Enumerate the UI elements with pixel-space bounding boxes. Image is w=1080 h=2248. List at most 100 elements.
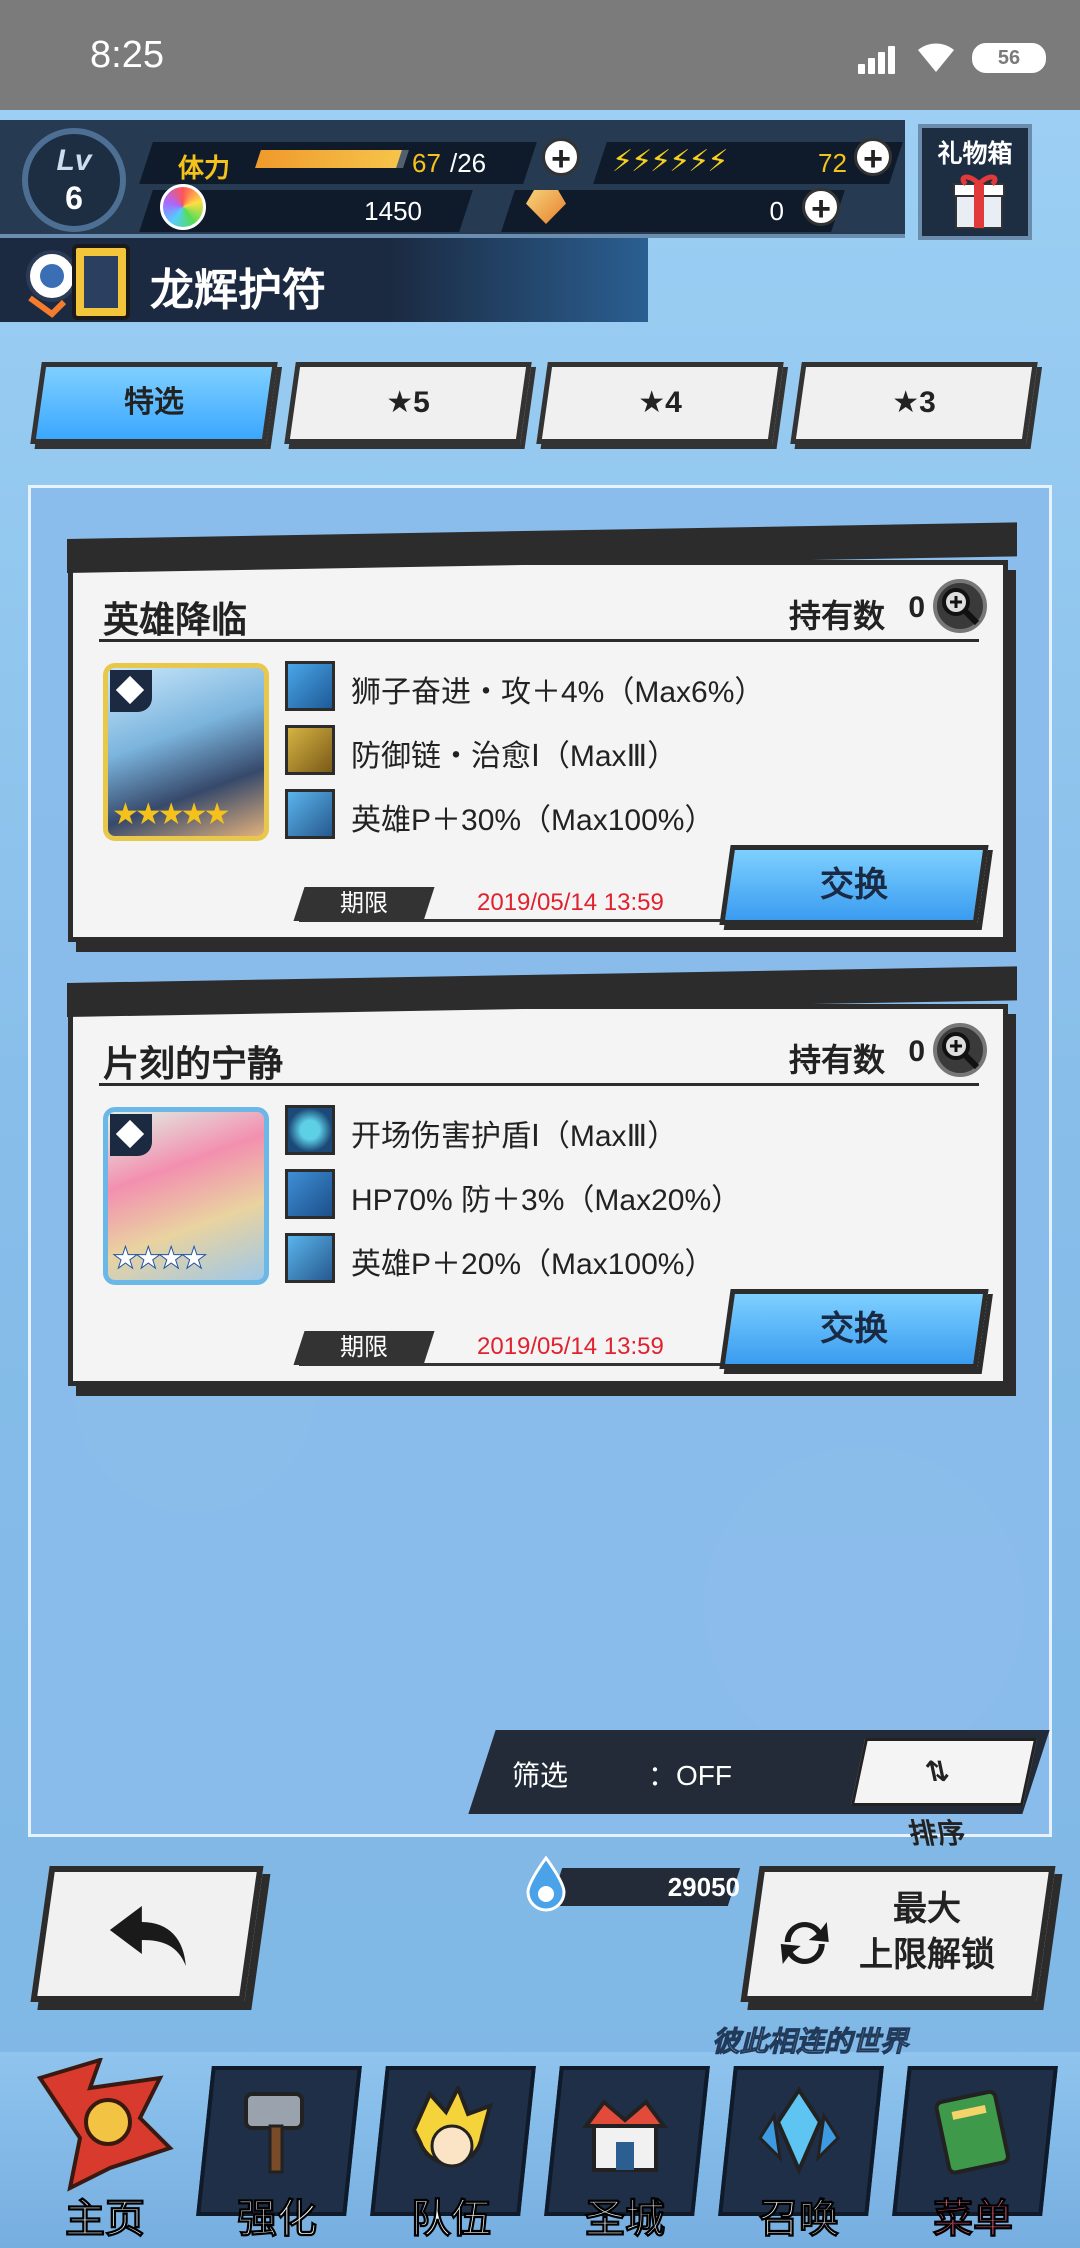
tab-5-star[interactable]: ★5 bbox=[284, 362, 532, 444]
deadline-date: 2019/05/14 13:59 bbox=[477, 889, 664, 916]
nav-summon-label: 召唤 bbox=[759, 2197, 840, 2242]
tab-3-star-label: ★3 bbox=[892, 386, 936, 419]
currency-value: 29050 bbox=[667, 1872, 740, 1902]
book-icon bbox=[934, 2089, 1010, 2175]
owned-count-label: 持有数 bbox=[788, 598, 885, 634]
unlock-line1: 最大 bbox=[893, 1890, 961, 1928]
owned-count-value: 0 bbox=[908, 1035, 925, 1068]
home-banner-icon bbox=[36, 2058, 174, 2192]
skill-text: HP70% 防＋3%（Max20%） bbox=[351, 1184, 742, 1217]
amulet-type-icon bbox=[110, 1114, 152, 1156]
nav-menu[interactable]: 菜单 bbox=[892, 2058, 1058, 2242]
wifi-icon bbox=[918, 43, 954, 72]
hero-point-icon bbox=[285, 789, 335, 839]
hero-portrait[interactable]: ★★★★ bbox=[103, 1107, 269, 1285]
stamina-label: 体力 bbox=[178, 153, 231, 183]
energy-add-button[interactable]: + bbox=[854, 138, 892, 177]
stamina-max: /26 bbox=[450, 148, 487, 178]
tab-4-star-label: ★4 bbox=[638, 386, 682, 419]
hammer-icon bbox=[244, 2092, 304, 2174]
exchange-button[interactable]: 交换 bbox=[719, 1289, 989, 1369]
tab-featured-label: 特选 bbox=[124, 386, 184, 419]
skill-text: 开场伤害护盾Ⅰ（MaxⅢ） bbox=[351, 1120, 678, 1153]
unlock-button-label: 最大 上限解锁 bbox=[842, 1886, 1012, 1978]
battery-icon: 56 bbox=[972, 43, 1046, 73]
amulet-icon bbox=[26, 244, 130, 320]
nav-enhance-label: 强化 bbox=[237, 2197, 318, 2242]
crystal-icon bbox=[758, 2086, 840, 2175]
nav-party-label: 队伍 bbox=[411, 2197, 492, 2242]
gift-icon bbox=[953, 174, 1005, 229]
castle-icon bbox=[582, 2099, 668, 2172]
party-icon bbox=[411, 2086, 493, 2168]
hero-portrait[interactable]: ★★★★★ bbox=[103, 663, 269, 841]
gems-value: 1450 bbox=[364, 196, 422, 226]
deadline-date: 2019/05/14 13:59 bbox=[477, 1333, 664, 1360]
tab-4-star[interactable]: ★4 bbox=[536, 362, 784, 444]
stamina-add-button[interactable]: + bbox=[542, 138, 580, 177]
zoom-icon[interactable] bbox=[933, 1023, 987, 1077]
skill-text: 狮子奋进・攻＋4%（Max6%） bbox=[351, 676, 765, 709]
hero-point-icon bbox=[285, 1233, 335, 1283]
stamina-value: 67 bbox=[412, 148, 441, 178]
sort-button[interactable]: ⇅ 排序 bbox=[850, 1738, 1038, 1849]
refresh-icon bbox=[780, 1922, 829, 1964]
deadline-label: 期限 bbox=[293, 1331, 435, 1365]
tab-5-star-label: ★5 bbox=[386, 386, 430, 419]
skill-text: 英雄P＋30%（Max100%） bbox=[351, 804, 715, 837]
signal-icon bbox=[858, 42, 902, 74]
skill-text: 英雄P＋20%（Max100%） bbox=[351, 1248, 715, 1281]
sort-icon: ⇅ bbox=[922, 1756, 953, 1787]
amulet-card: 英雄降临 持有数 0 ★★★★★ 狮子奋进・攻＋4%（Max6%） 防御链・治愈… bbox=[67, 522, 1017, 942]
status-time: 8:25 bbox=[90, 34, 164, 76]
filter-value: ：OFF bbox=[648, 1760, 732, 1791]
level-label: Lv bbox=[56, 144, 92, 177]
gift-box-button[interactable]: 礼物箱 bbox=[918, 124, 1032, 240]
exchange-button[interactable]: 交换 bbox=[719, 845, 989, 925]
nav-home-label: 主页 bbox=[65, 2197, 146, 2242]
amulet-type-icon bbox=[110, 670, 152, 712]
amulet-card: 片刻的宁静 持有数 0 ★★★★ 开场伤害护盾Ⅰ（MaxⅢ） HP70% 防＋3… bbox=[67, 966, 1017, 1386]
tab-featured[interactable]: 特选 bbox=[30, 362, 278, 444]
nav-party[interactable]: 队伍 bbox=[370, 2058, 536, 2242]
nav-menu-label: 菜单 bbox=[933, 2197, 1014, 2242]
deadline-label: 期限 bbox=[293, 887, 435, 921]
filter-label: 筛选 bbox=[512, 1760, 569, 1791]
rarity-stars: ★★★★★ bbox=[112, 798, 231, 831]
stamina-gauge-fill bbox=[255, 150, 402, 168]
tab-3-star[interactable]: ★3 bbox=[790, 362, 1038, 444]
nav-home[interactable]: 主页 bbox=[26, 2058, 184, 2242]
rarity-stars: ★★★★ bbox=[112, 1242, 209, 1276]
skill-text: 防御链・治愈Ⅰ（MaxⅢ） bbox=[351, 740, 678, 773]
back-arrow-icon bbox=[109, 1906, 186, 1966]
amulet-name: 英雄降临 bbox=[103, 599, 248, 640]
world-event-label: 彼此相连的世界 bbox=[711, 2026, 909, 2058]
page-title: 龙辉护符 bbox=[150, 266, 326, 315]
crystals-value: 0 bbox=[769, 196, 784, 226]
level-badge: Lv 6 bbox=[22, 128, 126, 232]
defense-shield-icon bbox=[285, 1169, 335, 1219]
amulet-name: 片刻的宁静 bbox=[103, 1043, 284, 1084]
unlock-line2: 上限解锁 bbox=[859, 1936, 995, 1974]
stamina-gauge bbox=[255, 150, 409, 168]
shield-orb-icon bbox=[285, 1105, 335, 1155]
sword-skill-icon bbox=[285, 661, 335, 711]
nav-summon[interactable]: 召唤 bbox=[718, 2058, 884, 2242]
chain-skill-icon bbox=[285, 725, 335, 775]
nav-holy-city-label: 圣城 bbox=[585, 2197, 666, 2242]
page-title-banner: 龙辉护符 bbox=[0, 238, 648, 322]
rainbow-gem-icon bbox=[160, 184, 206, 230]
water-drop-icon bbox=[526, 1856, 566, 1912]
owned-count-value: 0 bbox=[908, 591, 925, 624]
energy-value: 72 bbox=[818, 148, 847, 178]
status-bar: 8:25 56 bbox=[0, 0, 1080, 110]
zoom-icon[interactable] bbox=[933, 579, 987, 633]
gift-box-label: 礼物箱 bbox=[937, 140, 1013, 168]
owned-count-label: 持有数 bbox=[788, 1042, 885, 1078]
level-value: 6 bbox=[65, 180, 83, 216]
lightning-icons: ⚡⚡⚡⚡⚡⚡ bbox=[612, 145, 728, 178]
crystals-add-button[interactable]: + bbox=[802, 188, 840, 227]
nav-holy-city[interactable]: 圣城 bbox=[544, 2058, 710, 2242]
back-button[interactable] bbox=[30, 1866, 264, 2002]
nav-enhance[interactable]: 强化 bbox=[196, 2058, 362, 2242]
